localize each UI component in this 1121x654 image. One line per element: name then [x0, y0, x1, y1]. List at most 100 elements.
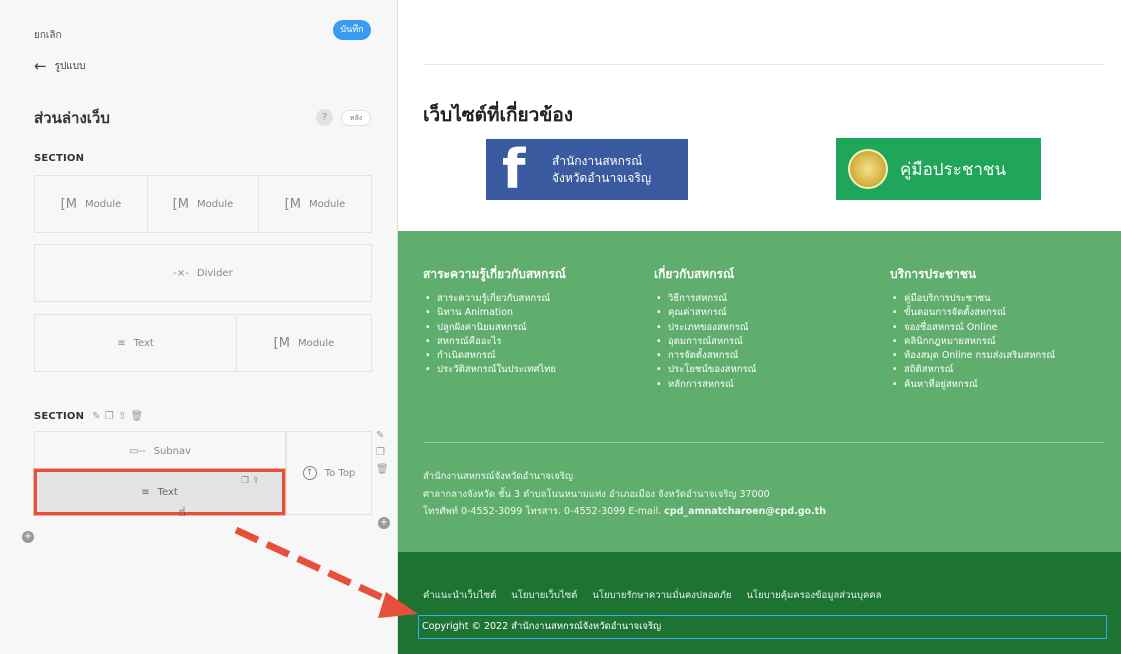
footer-main: สาระความรู้เกี่ยวกับสหกรณ์ สาระความรู้เก… — [398, 231, 1121, 552]
copyright-text[interactable]: Copyright © 2022 สำนักงานสหกรณ์จังหวัดอำ… — [418, 615, 1107, 639]
edit-icon[interactable]: ✎ — [376, 430, 389, 441]
policy-links: คำแนะนำเว็บไซต์ นโยบายเว็บไซต์ นโยบายรัก… — [423, 588, 882, 603]
footer-list-item[interactable]: คลินิกกฎหมายสหกรณ์ — [890, 335, 1055, 350]
address-line: โทรศัพท์ 0-4552-3099 โทรสาร. 0-4552-3099… — [423, 503, 826, 521]
module-icon: [M — [60, 196, 77, 212]
text-icon: ≡ — [117, 337, 126, 349]
footer-link[interactable]: คำแนะนำเว็บไซต์ — [423, 588, 496, 603]
module-block[interactable]: [M Module — [236, 314, 372, 372]
section-title: SECTION — [34, 153, 85, 164]
fb-line1: สำนักงานสหกรณ์ — [552, 154, 643, 169]
footer-list-item[interactable]: ประวัติสหกรณ์ในประเทศไทย — [423, 363, 566, 378]
share-icon[interactable]: ⇧ — [118, 411, 127, 422]
module-icon: [M — [172, 196, 189, 212]
totop-label: To Top — [324, 467, 356, 479]
copy-icon[interactable]: ❐ — [376, 447, 389, 458]
footer-list-item[interactable]: อุดมการณ์สหกรณ์ — [654, 335, 756, 350]
module-block[interactable]: [M Module — [147, 175, 259, 233]
module-label: Module — [297, 337, 335, 349]
footer-list-item[interactable]: การจัดตั้งสหกรณ์ — [654, 349, 756, 364]
footer-list-item[interactable]: ปลูกฝังค่านิยมสหกรณ์ — [423, 321, 566, 336]
module-label: Module — [196, 198, 234, 210]
contact-address: สำนักงานสหกรณ์จังหวัดอำนาจเจริญ ศาลากลาง… — [423, 468, 826, 521]
module-icon: [M — [284, 196, 301, 212]
builder-panel: ยกเลิก บันทึก ← รูปแบบ ส่วนล่างเว็บ ? หล… — [0, 0, 398, 654]
footer-link[interactable]: นโยบายคุ้มครองข้อมูลส่วนบุคคล — [747, 588, 882, 603]
edit-icon[interactable]: ✎ — [92, 411, 101, 422]
copy-icon[interactable]: ❐ — [105, 411, 114, 422]
column-title: เกี่ยวกับสหกรณ์ — [654, 267, 735, 281]
footer-list-item[interactable]: สถิติสหกรณ์ — [890, 363, 1055, 378]
footer-column: บริการประชาชน คู่มือบริการประชาชนขั้นตอน… — [890, 265, 1055, 392]
facebook-banner[interactable]: f สำนักงานสหกรณ์ จังหวัดอำนาจเจริญ — [486, 139, 688, 200]
facebook-icon: f — [502, 138, 526, 201]
back-to-layout-button[interactable]: ← รูปแบบ — [34, 57, 85, 75]
footer-list-item[interactable]: นิทาน Animation — [423, 306, 566, 321]
footer-column: เกี่ยวกับสหกรณ์ วิธีการสหกรณ์คุณค่าสหกรณ… — [654, 265, 756, 392]
delete-icon[interactable]: 🗑 — [131, 411, 144, 422]
help-icon[interactable]: ? — [316, 109, 333, 126]
column-list: สาระความรู้เกี่ยวกับสหกรณ์นิทาน Animatio… — [423, 292, 566, 378]
column-list: คู่มือบริการประชาชนขั้นตอนการจัดตั้งสหกร… — [890, 292, 1055, 392]
subnav-icon: ▭-- — [128, 445, 146, 457]
module-label: Module — [308, 198, 346, 210]
address-line: สำนักงานสหกรณ์จังหวัดอำนาจเจริญ — [423, 471, 573, 482]
footer-list-item[interactable]: กำเนิดสหกรณ์ — [423, 349, 566, 364]
arrow-left-icon: ← — [34, 57, 47, 75]
footer-list-item[interactable]: หลักการสหกรณ์ — [654, 378, 756, 393]
module-block[interactable]: [M Module — [34, 175, 148, 233]
fb-line2: จังหวัดอำนาจเจริญ — [552, 170, 652, 185]
section-label: SECTION — [34, 153, 84, 164]
footer-divider — [423, 442, 1105, 443]
copy-icon[interactable]: ❐ — [241, 476, 249, 486]
save-button[interactable]: บันทึก — [333, 20, 371, 40]
footer-list-item[interactable]: ประเภทของสหกรณ์ — [654, 321, 756, 336]
back-link-button[interactable]: หลัง — [341, 110, 371, 126]
hand-cursor-icon: ☝ — [178, 505, 186, 520]
subnav-label: Subnav — [153, 445, 192, 457]
footer-list-item[interactable]: วิธีการสหกรณ์ — [654, 292, 756, 307]
edge-tools: ✎ ❐ 🗑 — [376, 430, 389, 475]
footer-bottom: คำแนะนำเว็บไซต์ นโยบายเว็บไซต์ นโยบายรัก… — [398, 552, 1121, 654]
module-block[interactable]: [M Module — [258, 175, 372, 233]
text-block[interactable]: ≡ Text — [34, 314, 237, 372]
share-icon[interactable]: ⇧ — [252, 476, 260, 486]
footer-list-item[interactable]: คุณค่าสหกรณ์ — [654, 306, 756, 321]
add-section-icon[interactable]: + — [22, 531, 34, 543]
column-list: วิธีการสหกรณ์คุณค่าสหกรณ์ประเภทของสหกรณ์… — [654, 292, 756, 392]
arrow-up-circle-icon: ↑ — [302, 466, 317, 480]
citizen-manual-banner[interactable]: คู่มือประชาชน — [836, 138, 1041, 200]
website-preview: เว็บไซต์ที่เกี่ยวข้อง f สำนักงานสหกรณ์ จ… — [398, 0, 1121, 654]
contact-phone: โทรศัพท์ 0-4552-3099 โทรสาร. 0-4552-3099… — [423, 506, 662, 517]
cancel-button[interactable]: ยกเลิก — [34, 28, 62, 43]
divider-icon: -×- — [173, 267, 189, 279]
footer-column: สาระความรู้เกี่ยวกับสหกรณ์ สาระความรู้เก… — [423, 265, 566, 378]
footer-list-item[interactable]: คู่มือบริการประชาชน — [890, 292, 1055, 307]
footer-list-item[interactable]: ค้นหาที่อยู่สหกรณ์ — [890, 378, 1055, 393]
manual-banner-text: คู่มือประชาชน — [900, 159, 1007, 180]
garuda-seal-icon — [848, 149, 888, 189]
footer-list-item[interactable]: ขั้นตอนการจัดตั้งสหกรณ์ — [890, 306, 1055, 321]
add-column-icon[interactable]: + — [378, 517, 390, 529]
totop-block[interactable]: ↑ To Top — [286, 431, 372, 515]
footer-list-item[interactable]: จองชื่อสหกรณ์ Online — [890, 321, 1055, 336]
text-label: Text — [133, 337, 154, 349]
footer-list-item[interactable]: สาระความรู้เกี่ยวกับสหกรณ์ — [423, 292, 566, 307]
related-sites-title: เว็บไซต์ที่เกี่ยวข้อง — [423, 104, 574, 126]
module-label: Module — [84, 198, 122, 210]
section-tools: ✎ ❐ ⇧ 🗑 — [92, 411, 143, 422]
separator-line — [423, 64, 1105, 65]
contact-email[interactable]: cpd_amnatcharoen@cpd.go.th — [664, 506, 826, 517]
footer-link[interactable]: นโยบายเว็บไซต์ — [511, 588, 577, 603]
delete-icon[interactable]: 🗑 — [376, 464, 389, 475]
footer-link[interactable]: นโยบายรักษาความมั่นคงปลอดภัย — [592, 588, 731, 603]
subnav-block[interactable]: ▭-- Subnav — [34, 431, 286, 471]
footer-list-item[interactable]: ประโยชน์ของสหกรณ์ — [654, 363, 756, 378]
divider-label: Divider — [196, 267, 233, 279]
footer-list-item[interactable]: สหกรณ์คืออะไร — [423, 335, 566, 350]
footer-list-item[interactable]: ห้องสมุด Online กรมส่งเสริมสหกรณ์ — [890, 349, 1055, 364]
facebook-banner-text: สำนักงานสหกรณ์ จังหวัดอำนาจเจริญ — [538, 153, 651, 185]
section-label: SECTION ✎ ❐ ⇧ 🗑 — [34, 411, 143, 422]
address-line: ศาลากลางจังหวัด ชั้น 3 ตำบลโนนหนามแท่ง อ… — [423, 488, 770, 500]
divider-block[interactable]: -×- Divider — [34, 244, 372, 302]
